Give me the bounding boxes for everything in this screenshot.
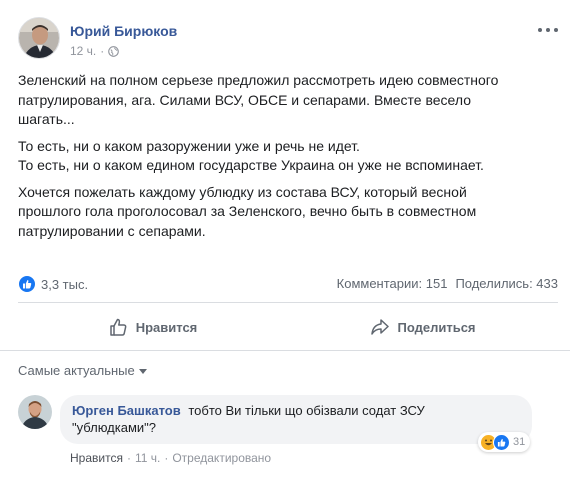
- sort-label: Самые актуальные: [18, 363, 135, 378]
- engagement-counts: Комментарии: 151 Поделились: 433: [337, 276, 558, 291]
- shares-count[interactable]: Поделились: 433: [455, 276, 558, 291]
- post-meta: 12 ч. ·: [70, 44, 120, 58]
- text-line: шагать...: [18, 111, 75, 127]
- like-icon: [493, 433, 510, 451]
- thumbs-up-icon: [109, 318, 127, 336]
- comment-footer: Нравится · 11 ч. · Отредактировано: [70, 451, 271, 465]
- dot: [546, 28, 550, 32]
- comment-text-line: тобто Ви тільки що обізвали содат ЗСУ: [188, 403, 425, 418]
- text-line: патрулирования, ага. Силами ВСУ, ОБСЕ и …: [18, 91, 471, 108]
- share-arrow-icon: [371, 319, 390, 335]
- text-line: прошлого гола проголосовал за Зеленского…: [18, 203, 477, 219]
- dot: [554, 28, 558, 32]
- post-stats: 3,3 тыс. Комментарии: 151 Поделились: 43…: [18, 275, 558, 293]
- share-button[interactable]: Поделиться: [288, 306, 558, 348]
- commenter-name[interactable]: Юрген Башкатов: [72, 403, 181, 418]
- post-text: Зеленский на полном серьезе предложил ра…: [18, 71, 558, 248]
- separator: ·: [164, 451, 169, 465]
- post-time[interactable]: 12 ч.: [70, 44, 96, 58]
- comments-section: Самые актуальные Юрген Башкатов тобто Ви…: [0, 350, 570, 478]
- comment-sort-dropdown[interactable]: Самые актуальные: [18, 363, 147, 378]
- like-button-label: Нравится: [135, 319, 198, 335]
- author-avatar[interactable]: [18, 17, 60, 59]
- text-line: То есть, ни о каком едином государстве У…: [18, 157, 484, 173]
- like-icon: [18, 275, 36, 293]
- post-paragraph: Зеленский на полном серьезе предложил ра…: [18, 71, 558, 130]
- text-line: Хочется пожелать каждому ублюдку из сост…: [18, 183, 467, 200]
- text-line: Зеленский на полном серьезе предложил ра…: [18, 72, 499, 88]
- more-dots-icon[interactable]: [538, 23, 558, 37]
- edited-label[interactable]: Отредактировано: [172, 451, 271, 465]
- reactions-summary[interactable]: 3,3 тыс.: [18, 275, 88, 293]
- caret-down-icon: [138, 369, 147, 374]
- comment: Юрген Башкатов тобто Ви тільки що обізва…: [18, 395, 558, 475]
- commenter-avatar[interactable]: [18, 395, 52, 429]
- comment-like-link[interactable]: Нравится: [70, 451, 123, 465]
- comment-bubble: Юрген Башкатов тобто Ви тільки що обізва…: [60, 395, 532, 444]
- post-header: Юрий Бирюков 12 ч. ·: [18, 17, 558, 63]
- likes-count: 3,3 тыс.: [41, 276, 89, 292]
- commenter-photo: [18, 395, 52, 429]
- text-line: То есть, ни о каком разоружении уже и ре…: [18, 137, 360, 154]
- globe-icon: [108, 45, 120, 57]
- share-button-label: Поделиться: [397, 319, 476, 335]
- comment-text-line: "ублюдками"?: [72, 420, 157, 435]
- comments-count[interactable]: Комментарии: 151: [337, 276, 448, 291]
- post-paragraph: Хочется пожелать каждому ублюдку из сост…: [18, 183, 558, 242]
- facebook-post: Юрий Бирюков 12 ч. · Зеленский на полном…: [0, 0, 570, 478]
- dot-separator: ·: [100, 44, 105, 58]
- post-actions: Нравится Поделиться: [18, 306, 558, 348]
- divider: [18, 302, 558, 303]
- author-name[interactable]: Юрий Бирюков: [70, 23, 177, 39]
- author-photo: [19, 18, 59, 58]
- post-paragraph: То есть, ни о каком разоружении уже и ре…: [18, 137, 558, 176]
- reactions-count: 31: [513, 436, 526, 448]
- comment-time[interactable]: 11 ч.: [135, 451, 160, 465]
- like-button[interactable]: Нравится: [18, 306, 288, 348]
- comment-reactions[interactable]: 31: [478, 432, 531, 452]
- separator: ·: [126, 451, 131, 465]
- dot: [538, 28, 542, 32]
- text-line: патрулировании с сепарами.: [18, 222, 206, 239]
